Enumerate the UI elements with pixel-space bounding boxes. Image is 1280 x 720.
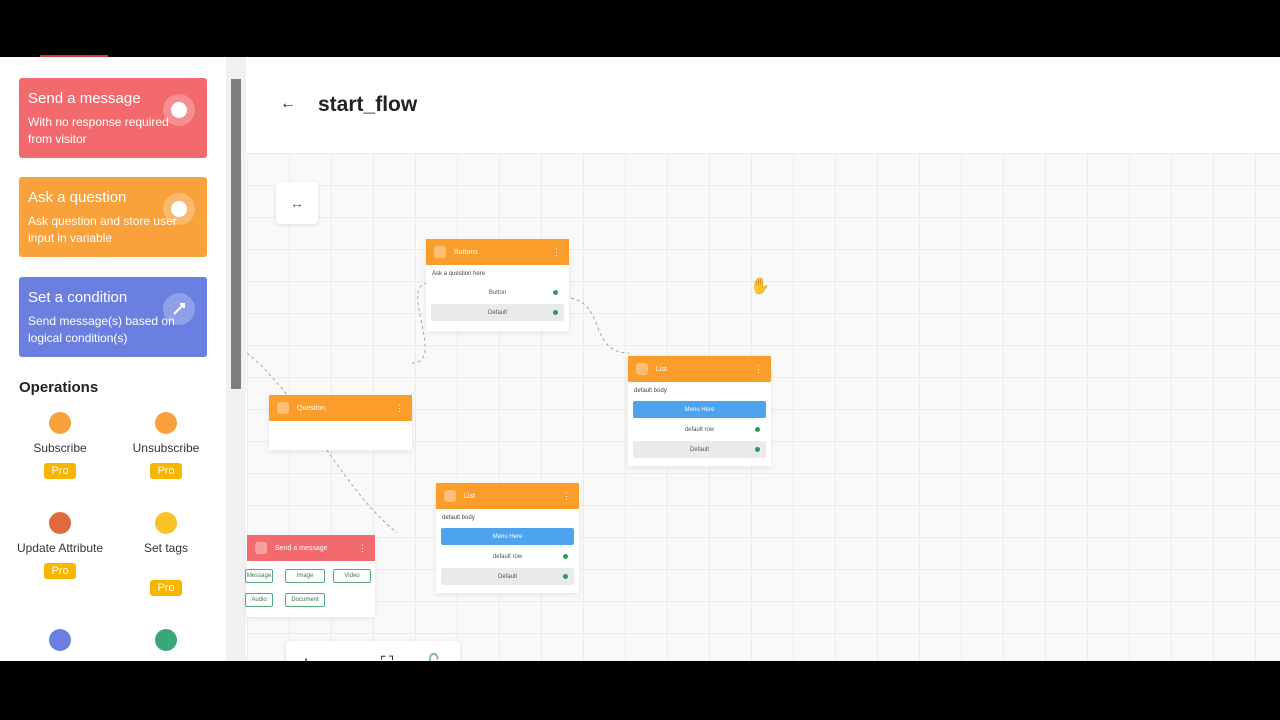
connector-dot[interactable]	[755, 447, 760, 452]
node-option[interactable]: Default	[633, 441, 766, 458]
zoom-out-icon[interactable]: −	[341, 653, 352, 662]
node-header: List ⋮	[436, 483, 579, 509]
connector-dot[interactable]	[755, 427, 760, 432]
node-option[interactable]: Default	[441, 568, 574, 585]
node-header: Send a message ⋮	[247, 535, 375, 561]
node-option[interactable]: default row	[441, 548, 574, 565]
list-icon	[636, 363, 648, 375]
more-vertical-icon[interactable]: ⋮	[552, 247, 561, 258]
connector-dot[interactable]	[553, 290, 558, 295]
block-description: Ask question and store user input in var…	[28, 214, 177, 245]
menu-button[interactable]: Menu Here	[441, 528, 574, 545]
block-description: With no response required from visitor	[28, 115, 169, 146]
operation-label: Unsubscribe	[132, 441, 200, 455]
question-icon	[277, 402, 289, 414]
document-chip[interactable]: Document	[285, 593, 325, 607]
fit-view-icon[interactable]: ⛶	[381, 653, 394, 662]
user-add-icon	[155, 629, 177, 651]
pro-badge: Pro	[150, 463, 182, 479]
bell-icon	[49, 412, 71, 434]
more-vertical-icon[interactable]: ⋮	[562, 491, 571, 502]
update-attribute-operation[interactable]: Update Attribute Pro	[10, 512, 110, 579]
unsubscribe-operation[interactable]: Unsubscribe Pro	[116, 412, 216, 479]
operation-label: Set tags	[143, 541, 189, 555]
image-chip[interactable]: Image	[285, 569, 325, 583]
app-viewport: Send a message With no response required…	[0, 57, 1280, 661]
node-option[interactable]: Button	[431, 284, 564, 301]
block-description: Send message(s) based on logical conditi…	[28, 314, 175, 345]
connector-dot[interactable]	[563, 574, 568, 579]
menu-button[interactable]: Menu Here	[633, 401, 766, 418]
users-icon	[49, 629, 71, 651]
more-vertical-icon[interactable]: ⋮	[395, 403, 404, 414]
operations-heading: Operations	[19, 379, 99, 396]
send-message-block[interactable]: Send a message With no response required…	[19, 78, 207, 158]
node-title: List	[656, 365, 667, 373]
audio-chip[interactable]: Audio	[245, 593, 273, 607]
send-message-node[interactable]: Send a message ⋮ Message Image Video Aud…	[245, 535, 375, 617]
bell-off-icon	[155, 412, 177, 434]
video-chip[interactable]: Video	[333, 569, 371, 583]
chat-icon	[255, 542, 267, 554]
node-header: Buttons ⋮	[426, 239, 569, 265]
hand-cursor-icon: ✋	[750, 278, 770, 295]
message-chip[interactable]: Message	[245, 569, 273, 583]
pro-badge: Pro	[44, 463, 76, 479]
set-tags-operation[interactable]: Set tags Pro	[116, 512, 216, 596]
question-icon	[163, 193, 195, 225]
canvas-controls: + − ⛶ 🔓	[286, 641, 460, 661]
node-header: Question ⋮	[269, 395, 412, 421]
buttons-icon	[434, 246, 446, 258]
pro-badge: Pro	[150, 580, 182, 596]
node-option[interactable]: default row	[633, 421, 766, 438]
node-title: List	[464, 492, 475, 500]
node-title: Question	[297, 404, 326, 412]
block-sidebar: Send a message With no response required…	[0, 57, 226, 661]
users-operation[interactable]	[10, 629, 110, 657]
more-vertical-icon[interactable]: ⋮	[754, 364, 763, 375]
node-title: Send a message	[275, 544, 328, 552]
connector-dot[interactable]	[553, 310, 558, 315]
list-node-right[interactable]: List ⋮ default body Menu Here default ro…	[628, 356, 771, 466]
set-condition-block[interactable]: Set a condition Send message(s) based on…	[19, 277, 207, 357]
ask-question-block[interactable]: Ask a question Ask question and store us…	[19, 177, 207, 257]
operation-label: Update Attribute	[16, 541, 104, 555]
tag-icon	[49, 512, 71, 534]
subscribe-operation[interactable]: Subscribe Pro	[10, 412, 110, 479]
connector-dot[interactable]	[563, 554, 568, 559]
page-title: start_flow	[318, 93, 418, 116]
operation-label: Subscribe	[33, 441, 87, 455]
more-vertical-icon[interactable]: ⋮	[358, 543, 367, 554]
flow-canvas[interactable]: ↔ Buttons ⋮ Ask a question here Button D…	[245, 153, 1280, 661]
bulb-icon	[155, 512, 177, 534]
node-body: default body	[634, 388, 667, 394]
lock-icon[interactable]: 🔓	[423, 653, 445, 662]
node-title: Buttons	[454, 248, 478, 256]
arrow-left-icon[interactable]: ←	[280, 95, 296, 113]
node-option[interactable]: Default	[431, 304, 564, 321]
node-body: Ask a question here	[432, 271, 486, 277]
list-node-middle[interactable]: List ⋮ default body Menu Here default ro…	[436, 483, 579, 593]
node-header: List ⋮	[628, 356, 771, 382]
question-node[interactable]: Question ⋮	[269, 395, 412, 450]
pro-badge: Pro	[44, 563, 76, 579]
expand-horizontal-icon[interactable]: ↔	[276, 182, 318, 224]
chat-icon	[163, 94, 195, 126]
buttons-node[interactable]: Buttons ⋮ Ask a question here Button Def…	[426, 239, 569, 331]
scrollbar-thumb[interactable]	[231, 79, 241, 389]
node-body: default body	[442, 515, 475, 521]
zoom-in-icon[interactable]: +	[301, 653, 312, 662]
user-add-operation[interactable]	[116, 629, 216, 657]
list-icon	[444, 490, 456, 502]
branch-icon	[163, 293, 195, 325]
